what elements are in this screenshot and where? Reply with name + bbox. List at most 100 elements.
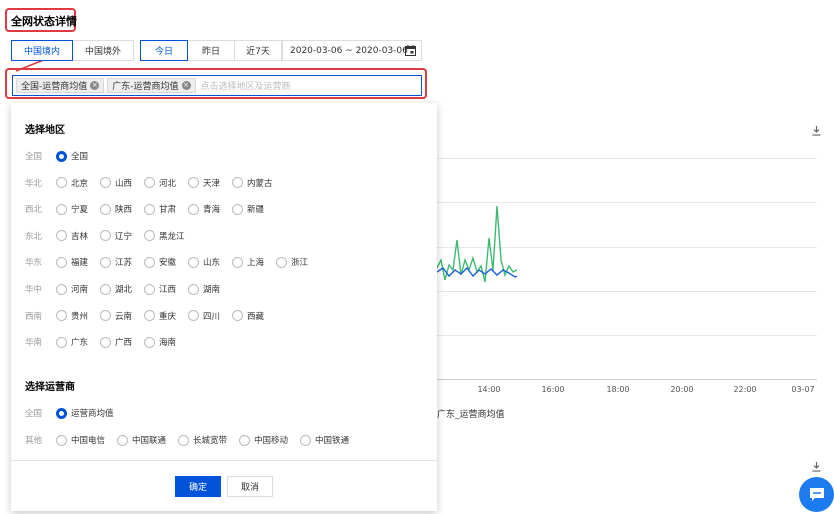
radio-button[interactable]: [100, 283, 111, 295]
x-tick-label: 03-07: [791, 385, 815, 394]
radio-option[interactable]: 广东: [56, 336, 100, 348]
tab-last-7-days[interactable]: 近7天: [234, 40, 282, 61]
radio-option[interactable]: 黑龙江: [144, 230, 188, 242]
radio-button[interactable]: [100, 310, 111, 322]
radio-button[interactable]: [56, 177, 67, 189]
radio-button[interactable]: [56, 283, 67, 295]
radio-button[interactable]: [188, 283, 199, 295]
radio-button[interactable]: [178, 434, 189, 446]
radio-button[interactable]: [56, 310, 67, 322]
radio-option[interactable]: 山西: [100, 177, 144, 189]
radio-option[interactable]: 中国电信: [56, 434, 117, 446]
radio-option[interactable]: 中国联通: [117, 434, 178, 446]
radio-label: 四川: [203, 311, 221, 322]
radio-button[interactable]: [232, 256, 243, 268]
radio-option[interactable]: 吉林: [56, 230, 100, 242]
radio-option[interactable]: 陕西: [100, 203, 144, 215]
radio-button[interactable]: [144, 203, 155, 215]
option-row: 西北 宁夏 陕西 甘肃 青海 新疆: [25, 202, 276, 216]
tab-today[interactable]: 今日: [140, 40, 188, 61]
radio-option[interactable]: 西藏: [232, 310, 276, 322]
radio-option[interactable]: 宁夏: [56, 203, 100, 215]
radio-button[interactable]: [56, 336, 67, 348]
radio-option[interactable]: 天津: [188, 177, 232, 189]
radio-option[interactable]: 北京: [56, 177, 100, 189]
x-tick-label: 22:00: [733, 385, 757, 394]
tab-overseas[interactable]: 中国境外: [72, 40, 134, 61]
chat-button[interactable]: [799, 477, 834, 512]
radio-option[interactable]: 福建: [56, 256, 100, 268]
tab-yesterday[interactable]: 昨日: [187, 40, 235, 61]
radio-button[interactable]: [188, 310, 199, 322]
radio-label: 河北: [159, 178, 177, 189]
radio-button[interactable]: [232, 203, 243, 215]
radio-option[interactable]: 江苏: [100, 256, 144, 268]
chart-legend-label[interactable]: 广东_运营商均值: [437, 407, 505, 420]
remove-tag-icon[interactable]: ×: [181, 81, 191, 90]
radio-button[interactable]: [56, 150, 67, 162]
radio-button[interactable]: [144, 283, 155, 295]
radio-button[interactable]: [100, 203, 111, 215]
radio-option[interactable]: 海南: [144, 336, 188, 348]
download-icon[interactable]: [812, 462, 821, 472]
group-label: 华东: [25, 258, 43, 269]
remove-tag-icon[interactable]: ×: [90, 81, 100, 90]
radio-button[interactable]: [144, 310, 155, 322]
radio-button[interactable]: [188, 177, 199, 189]
radio-option[interactable]: 甘肃: [144, 203, 188, 215]
radio-option[interactable]: 浙江: [276, 256, 320, 268]
radio-option[interactable]: 运营商均值: [56, 407, 136, 419]
radio-button[interactable]: [56, 407, 67, 419]
radio-button[interactable]: [144, 256, 155, 268]
selected-tag: 全国-运营商均值 ×: [16, 78, 105, 93]
radio-option[interactable]: 青海: [188, 203, 232, 215]
radio-button[interactable]: [117, 434, 128, 446]
radio-button[interactable]: [56, 230, 67, 242]
radio-option[interactable]: 长城宽带: [178, 434, 239, 446]
radio-button[interactable]: [300, 434, 311, 446]
tab-domestic[interactable]: 中国境内: [11, 40, 73, 61]
radio-option[interactable]: 山东: [188, 256, 232, 268]
option-row: 华北 北京 山西 河北 天津 内蒙古: [25, 176, 276, 190]
radio-button[interactable]: [56, 203, 67, 215]
radio-option[interactable]: 云南: [100, 310, 144, 322]
radio-option[interactable]: 全国: [56, 150, 100, 162]
radio-option[interactable]: 湖南: [188, 283, 232, 295]
radio-option[interactable]: 内蒙古: [232, 177, 276, 189]
radio-button[interactable]: [56, 434, 67, 446]
radio-option[interactable]: 江西: [144, 283, 188, 295]
radio-option[interactable]: 安徽: [144, 256, 188, 268]
radio-option[interactable]: 辽宁: [100, 230, 144, 242]
radio-button[interactable]: [144, 177, 155, 189]
radio-button[interactable]: [232, 310, 243, 322]
radio-button[interactable]: [188, 256, 199, 268]
radio-button[interactable]: [56, 256, 67, 268]
radio-button[interactable]: [188, 203, 199, 215]
radio-option[interactable]: 四川: [188, 310, 232, 322]
radio-button[interactable]: [144, 336, 155, 348]
cancel-button[interactable]: 取消: [227, 476, 273, 497]
radio-option[interactable]: 中国移动: [239, 434, 300, 446]
radio-button[interactable]: [144, 230, 155, 242]
radio-option[interactable]: 重庆: [144, 310, 188, 322]
region-isp-selector[interactable]: 全国-运营商均值 × 广东-运营商均值 × 点击选择地区及运营商: [12, 75, 422, 96]
radio-option[interactable]: 新疆: [232, 203, 276, 215]
radio-button[interactable]: [100, 256, 111, 268]
radio-option[interactable]: 上海: [232, 256, 276, 268]
radio-option[interactable]: 中国铁通: [300, 434, 361, 446]
radio-button[interactable]: [232, 177, 243, 189]
radio-button[interactable]: [276, 256, 287, 268]
radio-option[interactable]: 广西: [100, 336, 144, 348]
calendar-icon[interactable]: [405, 45, 416, 56]
radio-option[interactable]: 河北: [144, 177, 188, 189]
radio-option[interactable]: 贵州: [56, 310, 100, 322]
date-range-picker[interactable]: 2020-03-06 ~ 2020-03-06: [282, 40, 422, 61]
radio-option[interactable]: 湖北: [100, 283, 144, 295]
confirm-button[interactable]: 确定: [175, 476, 221, 497]
radio-label: 重庆: [159, 311, 177, 322]
radio-button[interactable]: [100, 177, 111, 189]
radio-option[interactable]: 河南: [56, 283, 100, 295]
radio-button[interactable]: [100, 336, 111, 348]
radio-button[interactable]: [100, 230, 111, 242]
radio-button[interactable]: [239, 434, 250, 446]
